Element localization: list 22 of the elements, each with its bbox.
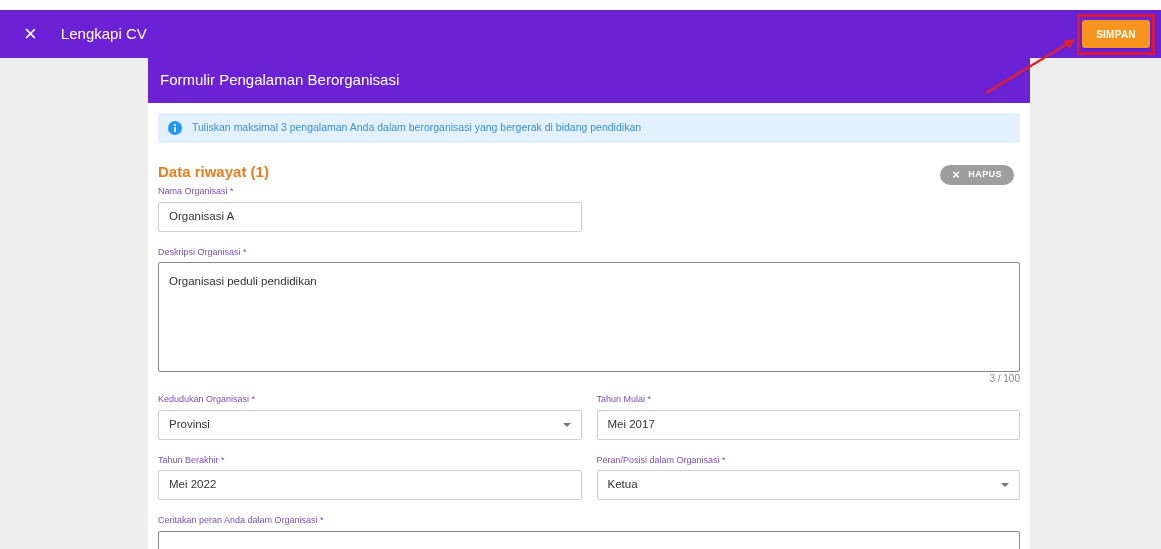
field-label: Ceritakan peran Anda dalam Organisasi *	[158, 514, 324, 527]
app-title: Lengkapi CV	[60, 23, 147, 44]
field-label: Nama Organisasi *	[158, 185, 234, 198]
field-label: Deskripsi Organisasi *	[158, 245, 247, 259]
input-field[interactable]: Mei 2022	[158, 470, 582, 500]
dropdown[interactable]: Provinsi	[158, 409, 582, 440]
caret-icon	[562, 422, 571, 427]
input-field[interactable]: Organisasi A	[158, 201, 582, 232]
character-counter: 3 / 100	[989, 373, 1020, 385]
field-label: Tahun Berakhir *	[158, 453, 225, 467]
caret-icon	[1001, 483, 1009, 487]
text-area[interactable]: Organisasi peduli pendidikan	[158, 262, 1020, 372]
input-field[interactable]: Mei 2017	[596, 409, 1020, 440]
field-label: Tahun Mulai *	[596, 393, 652, 406]
dropdown[interactable]: Ketua	[596, 470, 1020, 500]
entry-title: Data riwayat (1)	[158, 162, 269, 182]
close-icon[interactable]: ×	[24, 23, 37, 45]
field-label: Kedudukan Organisasi *	[158, 393, 256, 406]
info-text: Tuliskan maksimal 3 pengalaman Anda dalam berorganisasi yang bergerak di bidang pendidikan	[192, 120, 642, 136]
field-label: Peran/Posisi dalam Organisasi *	[596, 453, 726, 467]
form-title: Formulir Pengalaman Berorganisasi	[160, 70, 400, 91]
info-icon	[168, 121, 182, 135]
